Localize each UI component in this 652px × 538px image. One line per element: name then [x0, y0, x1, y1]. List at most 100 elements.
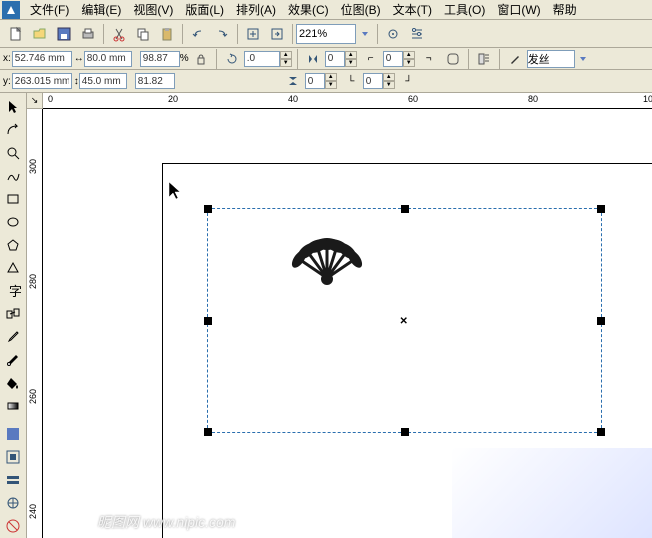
save-button[interactable]	[53, 23, 75, 45]
handle-br[interactable]	[597, 428, 605, 436]
spin4[interactable]: ▲▼	[383, 73, 395, 89]
rotation-input[interactable]	[244, 51, 280, 67]
blend-tool[interactable]	[2, 303, 24, 324]
new-button[interactable]	[5, 23, 27, 45]
handle-tm[interactable]	[401, 205, 409, 213]
corner-bl-button[interactable]: └	[340, 70, 362, 92]
print-button[interactable]	[77, 23, 99, 45]
import-button[interactable]	[242, 23, 264, 45]
percent-label: %	[180, 53, 189, 64]
round-corner-button[interactable]	[442, 48, 464, 70]
menu-edit[interactable]: 编辑(E)	[75, 0, 127, 20]
polygon-tool[interactable]	[2, 234, 24, 255]
zoom-dropdown[interactable]	[357, 23, 373, 45]
open-button[interactable]	[29, 23, 51, 45]
object-y-input[interactable]	[12, 73, 72, 89]
ext-tool-3[interactable]	[2, 470, 24, 491]
corner-tl-button[interactable]: ⌐	[360, 48, 382, 70]
snap-button[interactable]	[382, 23, 404, 45]
ruler-tick: 80	[528, 94, 538, 104]
eyedropper-tool[interactable]	[2, 326, 24, 347]
handle-tr[interactable]	[597, 205, 605, 213]
svg-text:字: 字	[9, 284, 21, 299]
spin1[interactable]: ▲▼	[345, 51, 357, 67]
menu-tools[interactable]: 工具(O)	[438, 0, 491, 20]
object-x-input[interactable]	[12, 51, 72, 67]
object-width-input[interactable]	[84, 51, 132, 67]
ext-tool-5[interactable]	[2, 516, 24, 537]
menu-arrange[interactable]: 排列(A)	[230, 0, 282, 20]
menu-text[interactable]: 文本(T)	[387, 0, 438, 20]
mirror-v-button[interactable]	[282, 70, 304, 92]
dup-x2-input[interactable]	[383, 51, 403, 67]
handle-ml[interactable]	[204, 317, 212, 325]
ruler-origin[interactable]: ↘	[27, 93, 43, 109]
outline-dropdown[interactable]	[576, 48, 590, 70]
dup-y2-input[interactable]	[363, 73, 383, 89]
shape-tool[interactable]	[2, 119, 24, 140]
scale-y-input[interactable]	[135, 73, 175, 89]
outline-tool[interactable]	[2, 349, 24, 370]
menu-file[interactable]: 文件(F)	[24, 0, 75, 20]
ruler-tick: 280	[28, 274, 38, 289]
menu-view[interactable]: 视图(V)	[127, 0, 179, 20]
menu-window[interactable]: 窗口(W)	[491, 0, 546, 20]
ext-tool-2[interactable]	[2, 447, 24, 468]
zoom-tool[interactable]	[2, 142, 24, 163]
outline-pen-icon	[504, 48, 526, 70]
ruler-tick: 60	[408, 94, 418, 104]
copy-button[interactable]	[132, 23, 154, 45]
dup-y-input[interactable]	[305, 73, 325, 89]
dup-x-input[interactable]	[325, 51, 345, 67]
cut-button[interactable]	[108, 23, 130, 45]
paste-button[interactable]	[156, 23, 178, 45]
decorative-overlay	[452, 448, 652, 538]
rectangle-tool[interactable]	[2, 188, 24, 209]
handle-bl[interactable]	[204, 428, 212, 436]
lock-ratio-button[interactable]	[190, 48, 212, 70]
vertical-ruler: 300 280 260 240	[27, 109, 43, 538]
property-bar-2: y: ↕ ▲▼ └ ▲▼ ┘	[0, 70, 652, 93]
toolbar-standard	[0, 20, 652, 48]
mirror-h-button[interactable]	[302, 48, 324, 70]
export-button[interactable]	[266, 23, 288, 45]
spin3[interactable]: ▲▼	[403, 51, 415, 67]
handle-tl[interactable]	[204, 205, 212, 213]
toolbox: 字	[0, 93, 27, 538]
menu-effects[interactable]: 效果(C)	[282, 0, 335, 20]
rotation-spinner[interactable]: ▲▼	[280, 51, 292, 67]
ruler-tick: 240	[28, 504, 38, 519]
zoom-select[interactable]	[296, 24, 356, 44]
wrap-text-button[interactable]	[473, 48, 495, 70]
corner-br-button[interactable]: ┘	[398, 70, 420, 92]
ellipse-tool[interactable]	[2, 211, 24, 232]
spin2[interactable]: ▲▼	[325, 73, 337, 89]
fan-ornament-object[interactable]	[287, 233, 367, 288]
menu-help[interactable]: 帮助	[547, 0, 583, 20]
undo-button[interactable]	[187, 23, 209, 45]
menubar: 文件(F) 编辑(E) 视图(V) 版面(L) 排列(A) 效果(C) 位图(B…	[0, 0, 652, 20]
menu-layout[interactable]: 版面(L)	[179, 0, 230, 20]
selection-frame[interactable]: ✕	[207, 208, 602, 433]
scale-x-input[interactable]	[140, 51, 180, 67]
pick-tool[interactable]	[2, 96, 24, 117]
redo-button[interactable]	[211, 23, 233, 45]
ext-tool-1[interactable]	[2, 424, 24, 445]
handle-mr[interactable]	[597, 317, 605, 325]
ext-tool-4[interactable]	[2, 493, 24, 514]
object-height-input[interactable]	[79, 73, 127, 89]
watermark-text: 昵图网 www.nipic.com	[97, 512, 235, 532]
outline-width-select[interactable]	[527, 50, 575, 68]
handle-bm[interactable]	[401, 428, 409, 436]
interactive-fill-tool[interactable]	[2, 395, 24, 416]
text-tool[interactable]: 字	[2, 280, 24, 301]
canvas[interactable]: ↘ 0 20 40 60 80 100 300 280 260 240 ✕	[27, 93, 652, 538]
corner-tr-button[interactable]: ¬	[418, 48, 440, 70]
basic-shapes-tool[interactable]	[2, 257, 24, 278]
freehand-tool[interactable]	[2, 165, 24, 186]
menu-bitmaps[interactable]: 位图(B)	[335, 0, 387, 20]
cursor-icon	[167, 181, 183, 201]
options-button[interactable]	[406, 23, 428, 45]
rotation-icon	[221, 48, 243, 70]
fill-tool[interactable]	[2, 372, 24, 393]
